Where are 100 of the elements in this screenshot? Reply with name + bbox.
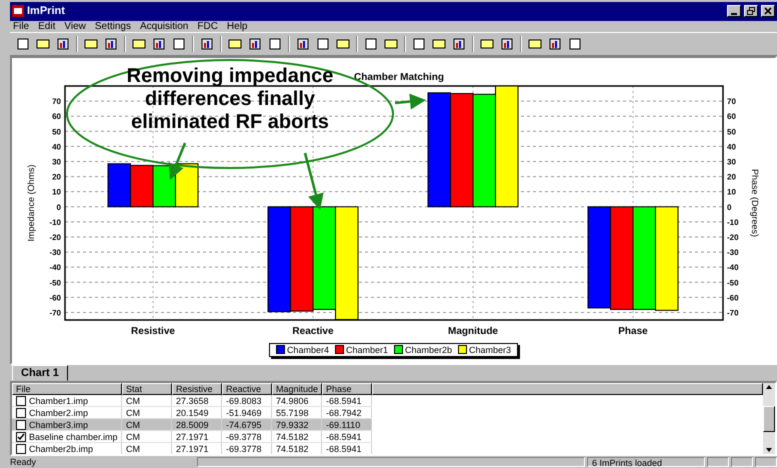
y-tick-label: -70 xyxy=(727,308,739,318)
table-cell: -69.8083 xyxy=(226,396,262,406)
close-icon xyxy=(764,7,772,16)
menu-item[interactable]: FDC xyxy=(197,20,218,32)
window-title: ImPrint xyxy=(27,5,65,18)
y-tick-label: 50 xyxy=(727,126,736,136)
table-cell: -68.5941 xyxy=(326,444,362,454)
y-tick-label: 20 xyxy=(727,172,736,182)
column-header[interactable]: Stat xyxy=(122,383,172,396)
table-cell: Chamber2b.imp xyxy=(29,444,94,454)
category-label: Phase xyxy=(618,326,648,337)
table-cell: -69.1110 xyxy=(326,420,360,430)
menu-item[interactable]: Help xyxy=(226,20,248,32)
checkbox[interactable] xyxy=(16,396,26,406)
callout-arrow xyxy=(168,142,186,180)
y-tick-label: 50 xyxy=(52,126,61,136)
menu-item[interactable]: View xyxy=(64,20,86,32)
restore-button[interactable] xyxy=(744,5,758,18)
column-header[interactable]: Resistive xyxy=(172,383,222,396)
y-axis-label: Impedance (Ohms) xyxy=(26,164,36,242)
y-tick-label: 30 xyxy=(52,157,61,166)
table-cell: 20.1549 xyxy=(176,408,209,418)
table-row[interactable]: Chamber2b.imp CM 27.1971 -69.3778 74.5182 -68.5941 xyxy=(12,443,372,454)
scroll-up-icon[interactable] xyxy=(764,383,774,392)
bar xyxy=(130,164,154,207)
callout-arrow xyxy=(394,93,426,110)
chart-title: Chamber Matching xyxy=(354,72,444,83)
table-cell: CM xyxy=(126,420,140,430)
column-header[interactable]: Magnitude xyxy=(272,383,322,396)
bar xyxy=(175,162,198,207)
restore-icon xyxy=(747,7,755,16)
column-header[interactable]: Phase xyxy=(322,383,372,396)
y-tick-label: -40 xyxy=(49,262,61,272)
y-tick-label: 20 xyxy=(52,172,61,182)
close-button[interactable] xyxy=(761,5,775,18)
table-cell: Chamber2.imp xyxy=(29,408,88,418)
y-tick-label: 0 xyxy=(727,202,732,212)
checkbox[interactable] xyxy=(16,408,26,418)
y-axis-label: Phase (Degrees) xyxy=(750,168,760,237)
status-text: 6 ImPrints loaded xyxy=(587,457,705,468)
y-tick-label: 70 xyxy=(727,96,736,106)
bar xyxy=(108,162,131,207)
legend-label: Chamber4 xyxy=(286,344,329,355)
table-cell: -68.7942 xyxy=(326,408,362,418)
scroll-down-icon[interactable] xyxy=(764,446,774,454)
y-tick-label: 10 xyxy=(727,187,736,196)
y-tick-label: -60 xyxy=(727,293,739,302)
category-label: Magnitude xyxy=(448,326,498,337)
legend-label: Chamber1 xyxy=(346,344,388,355)
callout-text: Removing impedance differences finally eliminated RF aborts xyxy=(126,64,334,133)
menu-item[interactable]: File xyxy=(13,20,30,32)
table-cell: CM xyxy=(126,444,140,454)
table-cell: -69.3778 xyxy=(226,444,262,454)
menu-item[interactable]: Edit xyxy=(38,20,56,32)
y-tick-label: 60 xyxy=(727,112,736,121)
table-cell: 55.7198 xyxy=(276,408,309,418)
table-cell: -68.5941 xyxy=(326,432,362,442)
y-tick-label: 70 xyxy=(52,96,61,106)
legend-label: Chamber2b xyxy=(405,344,452,355)
checkbox[interactable] xyxy=(16,420,26,430)
table-cell: 74.5182 xyxy=(276,444,309,454)
table-cell: Chamber3.imp xyxy=(29,420,88,430)
y-tick-label: -60 xyxy=(49,293,61,302)
table-cell: 28.5009 xyxy=(176,420,209,430)
y-tick-label: 10 xyxy=(52,187,61,196)
checkbox[interactable] xyxy=(16,432,26,442)
callout-arrow xyxy=(304,152,324,210)
status-text: Ready xyxy=(10,457,38,468)
table-cell: 27.1971 xyxy=(176,444,209,454)
y-tick-label: -30 xyxy=(49,248,61,257)
y-tick-label: 40 xyxy=(727,142,736,152)
y-tick-label: -40 xyxy=(727,262,739,272)
table-cell: 74.5182 xyxy=(276,432,309,442)
y-tick-label: -10 xyxy=(727,218,739,227)
y-tick-label: 30 xyxy=(727,157,736,166)
legend-label: Chamber3 xyxy=(469,344,512,355)
scrollbar[interactable] xyxy=(763,383,775,454)
table-row[interactable]: Chamber1.imp CM 27.3658 -69.8083 74.9806 -68.5941 xyxy=(12,395,372,408)
y-tick-label: -10 xyxy=(49,218,61,227)
column-header[interactable]: Reactive xyxy=(222,383,272,396)
checkbox[interactable] xyxy=(16,444,26,454)
table-cell: -74.6795 xyxy=(226,420,262,430)
y-tick-label: -20 xyxy=(49,232,61,242)
menu-item[interactable]: Settings xyxy=(94,20,131,32)
column-header[interactable]: File xyxy=(12,383,122,396)
table-cell: 79.9332 xyxy=(276,420,309,430)
table-row[interactable]: Chamber3.imp CM 28.5009 -74.6795 79.9332 -69.1110 xyxy=(12,419,372,432)
table-cell: Chamber1.imp xyxy=(29,396,88,406)
table-cell: 74.9806 xyxy=(276,396,309,406)
chart-tab[interactable]: Chart 1 xyxy=(12,365,68,382)
table-cell: -51.9469 xyxy=(226,408,262,418)
category-label: Reactive xyxy=(292,326,334,337)
table-cell: 27.1971 xyxy=(176,432,209,442)
minimize-button[interactable] xyxy=(727,5,741,18)
table-cell: CM xyxy=(126,396,140,406)
menu-item[interactable]: Acquisition xyxy=(140,20,188,32)
y-tick-label: -50 xyxy=(49,278,61,287)
table-row[interactable]: Baseline chamber.imp CM 27.1971 -69.3778 74.5182 -68.5941 xyxy=(12,431,372,444)
y-tick-label: -20 xyxy=(727,232,739,242)
table-cell: Baseline chamber.imp xyxy=(29,432,118,442)
